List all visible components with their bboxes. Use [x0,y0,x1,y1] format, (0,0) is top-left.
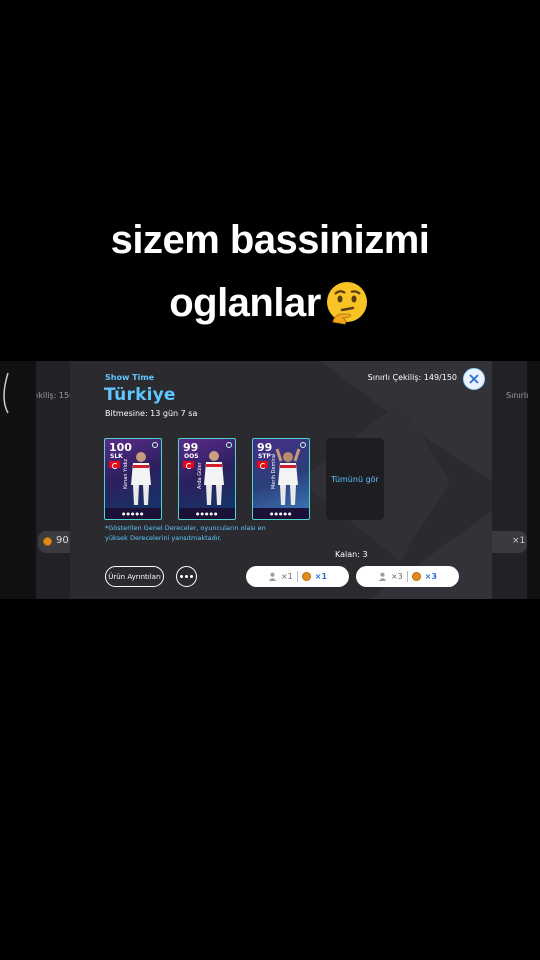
card-player-name: Merih Demiral [271,453,277,489]
draw-limit-text: Sınırlı Çekiliş: 149/150 [367,373,457,382]
draw-single-cost: ×1 [314,572,328,581]
close-icon [469,374,479,384]
epic-badge-icon [152,442,158,448]
ratings-note: *Gösterilen Genel Dereceler, oyuncuların… [105,524,266,542]
coin-icon [301,572,311,581]
card-stars: ●●●●● [270,511,293,516]
card-player-name: Arda Güler [197,462,203,489]
draw-single-count: ×1 [280,572,293,581]
player-card-1[interactable]: 100 SLK Kenan Yıldız ●●●●● [104,438,162,520]
coin-icon [43,537,52,546]
caption-line-2-text: oglanlar [169,281,321,325]
more-dot-icon [185,575,188,578]
campaign-modal: Show Time Türkiye Bitmesine: 13 gün 7 sa… [70,361,492,599]
more-dot-icon [180,575,183,578]
more-dot-icon [190,575,193,578]
thinking-face-icon [326,282,367,325]
card-player-name: Kenan Yıldız [123,458,129,489]
turkey-flag-icon [109,461,120,469]
card-position: STP [258,453,271,460]
draw-multi-cost: ×3 [424,572,438,581]
epic-badge-icon [300,442,306,448]
remaining-count: Kalan: 3 [335,550,368,559]
background-coin-pill: 90 [38,531,72,553]
player-card-3[interactable]: 99 STP Merih Demiral ●●●●● [252,438,310,520]
person-icon [378,572,387,581]
curve-icon [3,372,9,414]
caption-line-2: oglanlar [0,278,540,326]
background-right-text: Sınırlı [506,391,529,400]
background-coin-value: 90 [56,535,69,546]
deadline-text: Bitmesine: 13 gün 7 sa [105,409,198,418]
draw-multi-button[interactable]: ×3 ×3 [356,566,459,587]
background-left-strip [0,361,36,599]
card-stars: ●●●●● [122,511,145,516]
draw-multi-count: ×3 [390,572,403,581]
card-position: SLK [110,453,123,460]
epic-badge-icon [226,442,232,448]
player-card-2[interactable]: 99 OOS Arda Güler ●●●●● [178,438,236,520]
divider [296,571,298,582]
divider [406,571,408,582]
person-icon [268,572,277,581]
see-all-button[interactable]: Tümünü gör [326,438,384,520]
more-options-button[interactable] [176,566,197,587]
turkey-flag-icon [183,461,194,469]
campaign-title: Türkiye [104,385,176,405]
background-count-value: ×1 [512,536,526,546]
caption-line-1: sizem bassinizmi [110,218,430,262]
background-count-pill: ×1 [492,531,527,553]
coin-icon [411,572,421,581]
draw-single-button[interactable]: ×1 ×1 [246,566,349,587]
turkey-flag-icon [257,461,268,469]
event-label: Show Time [105,373,155,382]
background-right-strip [527,361,540,599]
card-stars: ●●●●● [196,511,219,516]
product-details-button[interactable]: Ürün Ayrıntıları [105,566,164,587]
close-button[interactable] [463,368,485,390]
